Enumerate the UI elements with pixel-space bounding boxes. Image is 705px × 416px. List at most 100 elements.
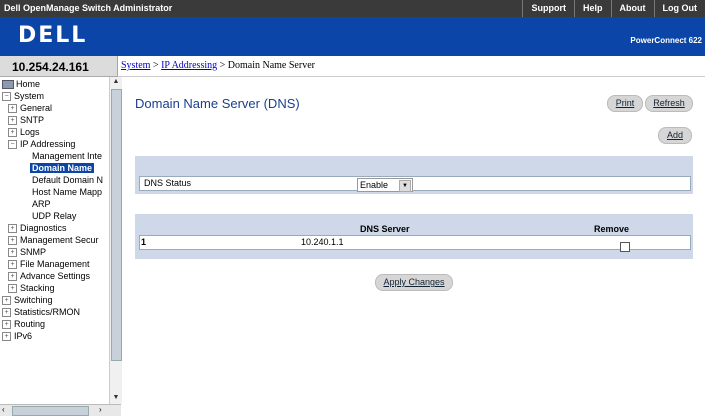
about-link[interactable]: About [611,0,654,17]
tree-item-ip-addressing[interactable]: −IP Addressing [8,138,75,150]
tree-item-label: Statistics/RMON [14,307,80,317]
print-button[interactable]: Print [607,95,643,112]
tree-item-label: IPv6 [14,331,32,341]
column-header-remove: Remove [594,224,629,234]
tree-item-statistics-rmon[interactable]: +Statistics/RMON [2,306,80,318]
scroll-right-icon[interactable]: › [99,405,102,414]
collapse-icon[interactable]: − [8,140,17,149]
dns-status-panel: DNS Status [135,156,693,194]
tree-item-label: System [14,91,44,101]
tree-item-ipv6[interactable]: +IPv6 [2,330,32,342]
tree-item-label: Host Name Mapp [32,187,102,197]
tree-item-management-security[interactable]: +Management Secur [8,234,99,246]
top-links: Support Help About Log Out [522,0,705,17]
tree-item-home[interactable]: Home [2,78,40,90]
tree-item-label: SNTP [20,115,44,125]
scroll-left-icon[interactable]: ‹ [2,405,5,414]
breadcrumb-system[interactable]: System [121,60,150,71]
expand-icon[interactable]: + [2,296,11,305]
tree-item-label: IP Addressing [20,139,75,149]
home-icon [2,80,14,89]
expand-icon[interactable]: + [8,236,17,245]
tree-item-label: Stacking [20,283,55,293]
tree-item-label: Default Domain N [32,175,103,185]
tree-item-advance-settings[interactable]: +Advance Settings [8,270,90,282]
dns-server-table: DNS Server Remove 1 10.240.1.1 [135,214,693,259]
expand-icon[interactable]: + [2,320,11,329]
tree-item-system[interactable]: −System [2,90,44,102]
tree-item-label: File Management [20,259,90,269]
tree-item-default-domain[interactable]: Default Domain N [32,174,103,186]
row-index: 1 [141,237,146,247]
scroll-down-icon[interactable]: ▼ [110,393,122,403]
tree-item-routing[interactable]: +Routing [2,318,45,330]
tree-item-switching[interactable]: +Switching [2,294,53,306]
collapse-icon[interactable]: − [2,92,11,101]
tree-item-diagnostics[interactable]: +Diagnostics [8,222,67,234]
dns-status-select[interactable]: Enable ▼ [357,178,413,192]
scrollbar-thumb[interactable] [111,89,122,361]
top-bar: Dell OpenManage Switch Administrator Sup… [0,0,705,17]
tree-item-udp-relay[interactable]: UDP Relay [32,210,76,222]
help-link[interactable]: Help [574,0,611,17]
add-button[interactable]: Add [658,127,692,144]
tree-item-label: Management Inte [32,151,102,161]
expand-icon[interactable]: + [8,272,17,281]
expand-icon[interactable]: + [2,308,11,317]
tree-item-general[interactable]: +General [8,102,52,114]
tree-item-label: Home [16,79,40,89]
tree-item-domain-name[interactable]: Domain Name [30,162,94,174]
scroll-up-icon[interactable]: ▲ [110,77,122,87]
tree-item-label: ARP [32,199,51,209]
tree-item-label: Management Secur [20,235,99,245]
breadcrumb: System > IP Addressing > Domain Name Ser… [118,56,705,77]
tree-item-label: Logs [20,127,40,137]
tree-item-label: Diagnostics [20,223,67,233]
logout-link[interactable]: Log Out [654,0,705,17]
support-link[interactable]: Support [522,0,574,17]
header-banner: DELL PowerConnect 622 [0,17,705,56]
expand-icon[interactable]: + [8,260,17,269]
dns-status-value: Enable [360,180,388,190]
tree-item-label: General [20,103,52,113]
remove-checkbox[interactable] [620,242,630,252]
dell-logo: DELL [18,23,87,48]
tree-item-label: Domain Name [30,163,94,173]
tree-item-host-name-mapping[interactable]: Host Name Mapp [32,186,102,198]
tree-item-label: Routing [14,319,45,329]
dns-status-row: DNS Status [139,176,691,191]
tree-item-arp[interactable]: ARP [32,198,51,210]
tree-item-file-management[interactable]: +File Management [8,258,90,270]
product-name: PowerConnect 622 [630,36,702,45]
breadcrumb-current: Domain Name Server [228,60,315,71]
expand-icon[interactable]: + [8,224,17,233]
expand-icon[interactable]: + [8,284,17,293]
tree-item-sntp[interactable]: +SNTP [8,114,44,126]
tree-item-logs[interactable]: +Logs [8,126,40,138]
tree-horizontal-scrollbar[interactable]: ‹ › [0,404,121,416]
expand-icon[interactable]: + [8,104,17,113]
device-ip: 10.254.24.161 [12,60,89,74]
tree-vertical-scrollbar[interactable]: ▲ ▼ [109,77,122,404]
tree-item-label: UDP Relay [32,211,76,221]
expand-icon[interactable]: + [8,248,17,257]
tree-item-label: Switching [14,295,53,305]
tree-item-management-interface[interactable]: Management Inte [32,150,102,162]
breadcrumb-ip-addressing[interactable]: IP Addressing [161,60,217,71]
tree-item-label: SNMP [20,247,46,257]
dns-status-label: DNS Status [144,178,191,188]
chevron-down-icon[interactable]: ▼ [399,180,411,192]
device-ip-box: 10.254.24.161 [0,56,118,77]
page-title: Domain Name Server (DNS) [135,96,300,111]
tree-item-snmp[interactable]: +SNMP [8,246,46,258]
expand-icon[interactable]: + [2,332,11,341]
dns-server-address: 10.240.1.1 [301,237,344,247]
apply-changes-button[interactable]: Apply Changes [375,274,453,291]
refresh-button[interactable]: Refresh [645,95,693,112]
expand-icon[interactable]: + [8,128,17,137]
expand-icon[interactable]: + [8,116,17,125]
tree-item-label: Advance Settings [20,271,90,281]
tree-item-stacking[interactable]: +Stacking [8,282,55,294]
breadcrumb-separator: > [150,60,161,71]
app-title: Dell OpenManage Switch Administrator [4,3,172,13]
